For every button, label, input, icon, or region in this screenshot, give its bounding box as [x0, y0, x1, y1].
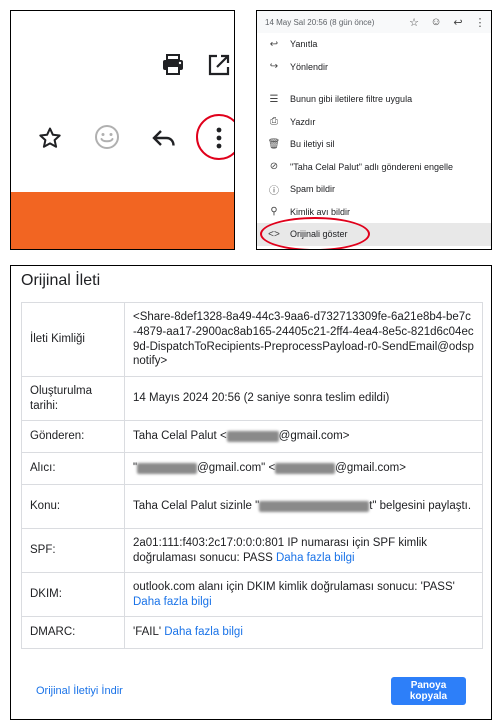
table-row: DKIM: outlook.com alanı için DKIM kimlik…	[21, 572, 483, 617]
star-icon[interactable]	[35, 123, 65, 153]
menu-item-label: Yönlendir	[290, 61, 329, 72]
menu-item-delete[interactable]: 🗑 Bu iletiyi sil	[257, 133, 491, 156]
table-row: Alıcı: " @gmail.com" < @gmail.com>	[21, 452, 483, 485]
from-domain: @gmail.com>	[278, 430, 350, 443]
delete-icon: 🗑	[267, 138, 281, 150]
print-icon: ⎙	[270, 116, 278, 128]
menu-item-label: Yazdır	[290, 116, 316, 127]
row-label: DKIM:	[21, 572, 125, 617]
subject-part: Taha Celal Palut sizinle "	[133, 500, 260, 513]
forward-icon: ↪	[269, 61, 279, 73]
print-icon[interactable]	[159, 51, 187, 79]
more-vert-icon[interactable]: ⋮	[469, 16, 491, 29]
dkim-more-info-link[interactable]: Daha fazla bilgi	[133, 596, 212, 608]
copy-to-clipboard-button[interactable]: Panoya kopyala	[391, 677, 466, 705]
emoji-icon[interactable]	[91, 121, 123, 153]
table-row: DMARC: 'FAIL' Daha fazla bilgi	[21, 616, 483, 649]
to-value: " @gmail.com" < @gmail.com>	[124, 452, 483, 485]
redacted-block	[226, 430, 279, 442]
table-row: Konu: Taha Celal Palut sizinle " t" belge…	[21, 484, 483, 529]
spam-icon: ⓘ	[269, 185, 279, 197]
row-label: Konu:	[21, 484, 125, 529]
menu-item-spam[interactable]: ⓘ Spam bildir	[257, 178, 491, 201]
table-row: İleti Kimliği <Share-8def1328-8a49-44c3-…	[21, 302, 483, 377]
block-icon: ⊘	[269, 161, 279, 173]
spf-value: 2a01:111:f403:2c17:0:0:0:801 IP numarası…	[124, 528, 483, 573]
subject-part: t" belgesini paylaştı.	[369, 500, 472, 513]
message-date: 14 May Sal 20:56 (8 gün önce)	[265, 17, 375, 27]
to-part: @gmail.com>	[335, 462, 406, 475]
original-message-panel: Orijinal İleti İleti Kimliği <Share-8def…	[10, 265, 492, 720]
page-title: Orijinal İleti	[21, 272, 101, 289]
dkim-value: outlook.com alanı için DKIM kimlik doğru…	[124, 572, 483, 617]
download-original-link[interactable]: Orijinal İletiyi İndir	[36, 685, 123, 697]
dmarc-value: 'FAIL' Daha fazla bilgi	[124, 616, 483, 649]
menu-item-print[interactable]: ⎙ Yazdır	[257, 111, 491, 134]
menu-item-label: Bu iletiyi sil	[290, 139, 335, 150]
reply-icon[interactable]	[149, 123, 179, 153]
message-id-value: <Share-8def1328-8a49-44c3-9aa6-d73271330…	[124, 302, 483, 377]
redacted-block	[275, 462, 336, 474]
redacted-block	[137, 462, 198, 474]
table-row: Gönderen: Taha Celal Palut < @gmail.com>	[21, 420, 483, 453]
to-part: @gmail.com" <	[197, 462, 276, 475]
menu-item-reply[interactable]: ↩ Yanıtla	[257, 33, 491, 56]
row-label: Oluşturulma tarihi:	[21, 376, 125, 421]
from-name: Taha Celal Palut <	[133, 430, 227, 443]
star-icon[interactable]: ☆	[403, 16, 425, 29]
subject-value: Taha Celal Palut sizinle " t" belgesini p…	[124, 484, 483, 529]
reply-icon[interactable]: ↩	[447, 16, 469, 29]
orange-banner	[11, 192, 234, 249]
table-row: SPF: 2a01:111:f403:2c17:0:0:0:801 IP num…	[21, 528, 483, 573]
table-row: Oluşturulma tarihi: 14 Mayıs 2024 20:56 …	[21, 376, 483, 421]
menu-item-label: Bunun gibi iletilere filtre uygula	[290, 94, 413, 105]
menu-item-label: Spam bildir	[290, 184, 336, 195]
menu-item-label: Yanıtla	[290, 39, 318, 50]
redacted-block	[259, 500, 370, 512]
menu-list: ↩ Yanıtla ↪ Yönlendir ☰ Bunun gibi iletiler…	[257, 33, 491, 246]
dmarc-more-info-link[interactable]: Daha fazla bilgi	[164, 626, 243, 638]
headers-table: İleti Kimliği <Share-8def1328-8a49-44c3-…	[21, 302, 483, 649]
created-value: 14 Mayıs 2024 20:56 (2 saniye sonra tesl…	[124, 376, 483, 421]
menu-item-forward[interactable]: ↪ Yönlendir	[257, 56, 491, 79]
dmarc-text: 'FAIL'	[133, 626, 165, 639]
row-label: Alıcı:	[21, 452, 125, 485]
dkim-text: outlook.com alanı için DKIM kimlik doğru…	[133, 580, 455, 593]
reply-icon: ↩	[269, 38, 279, 50]
row-label: SPF:	[21, 528, 125, 573]
spf-more-info-link[interactable]: Daha fazla bilgi	[276, 552, 355, 564]
row-label: Gönderen:	[21, 420, 125, 453]
from-value: Taha Celal Palut < @gmail.com>	[124, 420, 483, 453]
highlight-ring	[196, 114, 234, 160]
emoji-icon[interactable]: ☺	[425, 16, 447, 28]
menu-item-filter[interactable]: ☰ Bunun gibi iletilere filtre uygula	[257, 88, 491, 111]
menu-item-label: Kimlik avı bildir	[290, 206, 351, 217]
menu-item-label: "Taha Celal Palut" adlı göndereni engell…	[290, 161, 454, 172]
phishing-icon: ⚲	[270, 206, 278, 218]
toolbar-zoom-panel	[10, 10, 235, 250]
highlight-ring	[260, 217, 370, 249]
more-menu-panel: 14 May Sal 20:56 (8 gün önce) ☆ ☺ ↩ ⋮ ↩ Y…	[256, 10, 492, 250]
filter-icon: ☰	[269, 93, 279, 105]
row-label: DMARC:	[21, 616, 125, 649]
open-in-new-icon[interactable]	[205, 51, 233, 79]
menu-item-block[interactable]: ⊘ "Taha Celal Palut" adlı göndereni engel…	[257, 156, 491, 179]
message-header-strip: 14 May Sal 20:56 (8 gün önce) ☆ ☺ ↩ ⋮	[257, 11, 491, 33]
row-label: İleti Kimliği	[21, 302, 125, 377]
